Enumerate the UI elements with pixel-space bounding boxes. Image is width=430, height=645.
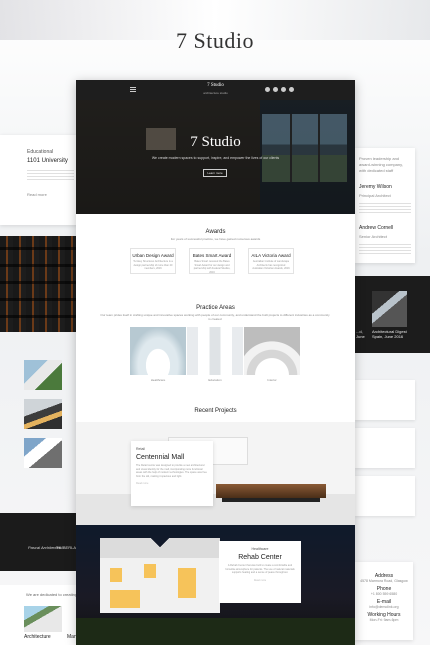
search-icon[interactable] (265, 87, 270, 92)
person-name[interactable]: Andrew Cornell (359, 225, 411, 231)
practice-image-interior[interactable] (244, 327, 300, 375)
edu-title: 1101 University (27, 158, 68, 164)
contact-value[interactable]: +1 800 559 6580 (357, 592, 411, 596)
award-desc: Australian Institute of Landscape Archit… (252, 260, 290, 270)
news-item[interactable] (355, 380, 415, 420)
edu-label: Educational (27, 149, 54, 155)
bench (216, 484, 326, 502)
award-desc: Turnkey Structures Architecture is a des… (133, 260, 173, 270)
project-name: Centennial Mall (136, 454, 185, 461)
hero-subtitle: We create modern spaces to support, insp… (151, 156, 280, 160)
person-role: Principal Architect (359, 193, 391, 198)
project-category: Retail (136, 447, 145, 451)
awards-subtitle: For years of successful practice, we hav… (170, 237, 261, 241)
architecture-label: Architecture (24, 634, 51, 640)
team-intro: Proven leadership and award-winning comp… (359, 156, 403, 173)
window (144, 564, 156, 578)
education-card[interactable]: Educational 1101 University Read more (0, 135, 78, 225)
house-image (100, 538, 220, 613)
award-card: AILA Victoria Award Australian Institute… (248, 248, 294, 274)
project-desc: A Rehab Center that was built to create … (225, 564, 295, 574)
project-category: Healthcare (251, 547, 269, 551)
thumbs-column (24, 360, 78, 477)
contact-value[interactable]: info@demolink.org (357, 605, 411, 609)
project-desc: The Retail centre was designed to provid… (136, 464, 207, 478)
award-card: Urban Design Award Turnkey Structures Ar… (130, 248, 176, 274)
brand-subtitle: architecture studio (203, 91, 228, 95)
practice-subtitle: Our team prides itself in crafting uniqu… (100, 313, 330, 321)
contact-value: 4578 Marmora Road, Glasgow (360, 579, 408, 583)
hero-learn-more-button[interactable]: Learn more (203, 169, 227, 177)
award-card: Bates Smart Award Bates Smart received t… (189, 248, 235, 274)
person-role: Senior Architect (359, 234, 388, 239)
brand-name[interactable]: 7 Studio (76, 83, 355, 88)
linkedin-icon[interactable] (273, 87, 278, 92)
award-title: Urban Design Award (132, 253, 174, 258)
project-name: Rehab Center (238, 554, 282, 561)
page-title: 7 Studio (176, 28, 254, 53)
logos-strip (0, 513, 78, 571)
awards-title: Awards (205, 229, 226, 235)
window (110, 590, 140, 608)
practice-image-education[interactable] (187, 327, 243, 375)
thumb-image[interactable] (24, 360, 62, 390)
building-photo (0, 236, 78, 332)
window (110, 568, 122, 582)
gallery-caption: Architectural Digest Spain, June 2016 (372, 329, 407, 339)
contact-card: Address 4578 Marmora Road, Glasgow Phone… (355, 562, 413, 640)
thumb-image[interactable] (24, 438, 62, 468)
read-more-link[interactable]: Read more (136, 482, 208, 485)
text-lines (359, 203, 411, 215)
hero-title: 7 Studio (190, 134, 241, 150)
text-lines (27, 170, 74, 182)
award-title: Bates Smart Award (192, 253, 232, 258)
read-more-link[interactable]: Read more (224, 579, 296, 582)
contact-value: Mon-Fri: 9am-6pm (369, 618, 399, 622)
architecture-image[interactable] (24, 606, 62, 632)
practice-label[interactable]: Interior (244, 378, 300, 382)
person-name[interactable]: Jeremy Wilson (359, 184, 411, 190)
project-card-rehab[interactable]: Healthcare Rehab Center A Rehab Center t… (219, 541, 301, 603)
thumb-image[interactable] (24, 399, 62, 429)
top-navbar: 7 Studio architecture studio (76, 80, 355, 100)
gallery-image[interactable] (372, 291, 407, 327)
news-item[interactable] (355, 428, 415, 468)
read-more-link[interactable]: Read more (27, 192, 74, 198)
news-item[interactable] (355, 476, 415, 516)
practice-title: Practice Areas (196, 305, 235, 311)
twitter-icon[interactable] (281, 87, 286, 92)
text-lines (359, 244, 411, 256)
practice-label[interactable]: Healthcare (130, 378, 186, 382)
award-title: AILA Victoria Award (251, 253, 291, 258)
grass (76, 618, 355, 645)
award-desc: Bates Smart received the Bates Smart Awa… (193, 260, 231, 274)
practice-image-healthcare[interactable] (130, 327, 186, 375)
project-card-centennial[interactable]: Retail Centennial Mall The Retail centre… (131, 441, 213, 506)
window (178, 568, 196, 598)
youtube-icon[interactable] (289, 87, 294, 92)
team-card: Proven leadership and award-winning comp… (355, 148, 415, 263)
practice-label[interactable]: Education (187, 378, 243, 382)
gallery-caption: ...d, June (356, 329, 365, 339)
projects-title: Recent Projects (194, 408, 237, 414)
